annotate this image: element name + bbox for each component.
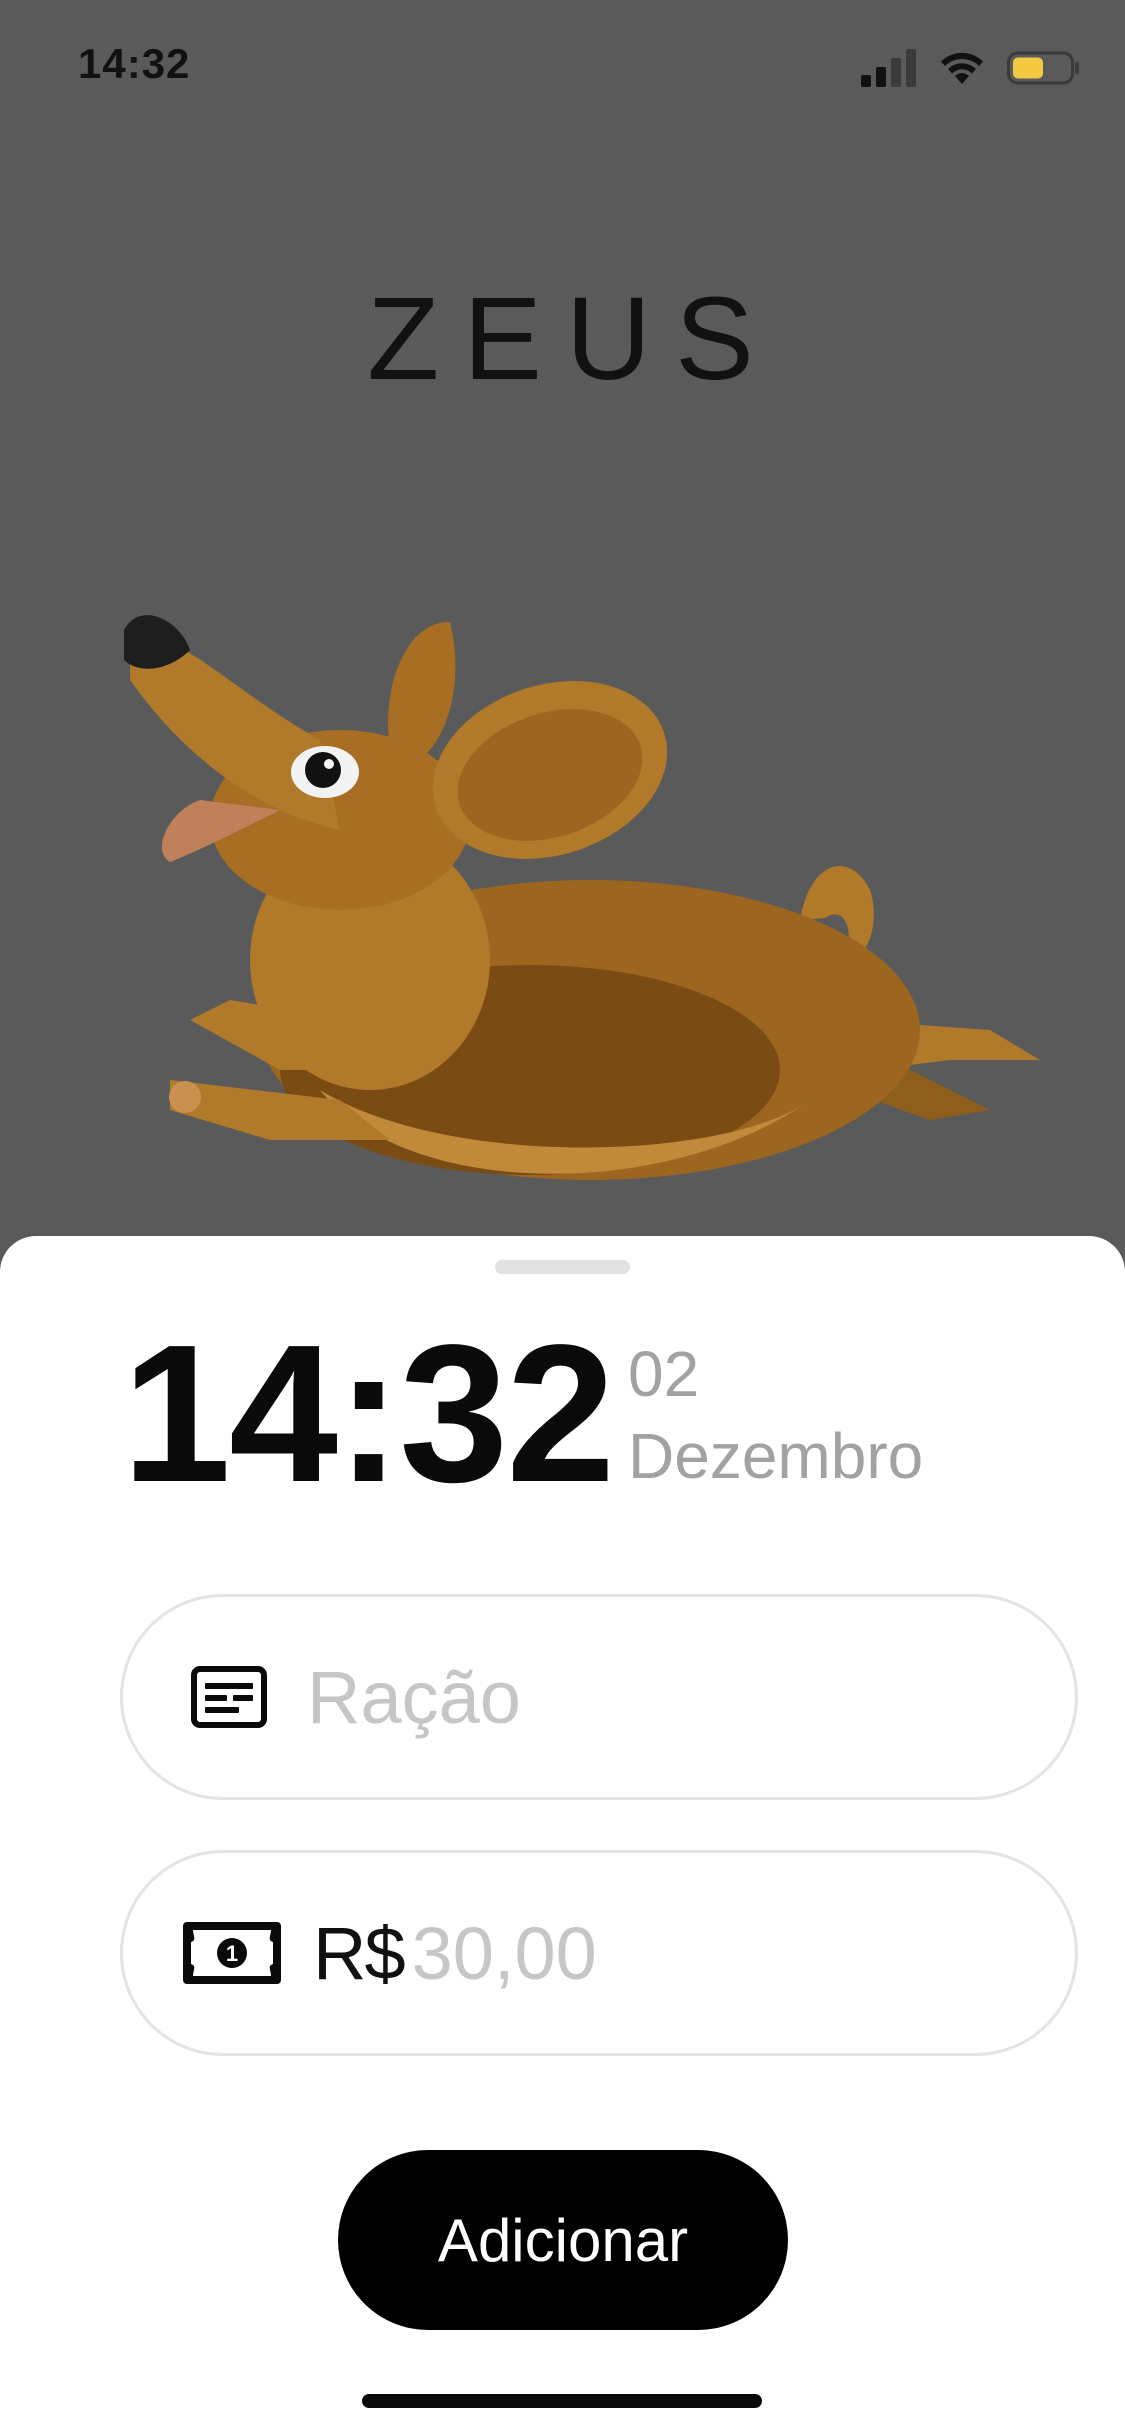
status-bar: 14:32 [0, 0, 1125, 140]
current-time: 14:32 [122, 1304, 615, 1523]
currency-prefix: R$ [313, 1911, 406, 1995]
description-field[interactable] [120, 1594, 1078, 1800]
date-month: Dezembro [628, 1420, 924, 1492]
home-indicator[interactable] [362, 2394, 762, 2408]
amount-field[interactable]: 1 R$ [120, 1850, 1078, 2056]
cellular-signal-icon [861, 49, 916, 87]
svg-text:1: 1 [226, 1941, 238, 1966]
description-input[interactable] [307, 1654, 1027, 1740]
bottom-sheet: 14:32 02 Dezembro 1 R$ Adicionar [0, 1236, 1125, 2436]
status-icons [861, 48, 1081, 88]
wifi-icon [941, 52, 983, 84]
app-title: ZEUS [367, 273, 778, 405]
dachshund-dog-icon [124, 615, 1040, 1180]
add-button[interactable]: Adicionar [338, 2150, 788, 2330]
date-day: 02 [628, 1338, 700, 1410]
battery-icon [1007, 51, 1079, 85]
document-card-icon [191, 1666, 267, 1728]
status-time: 14:32 [78, 40, 191, 87]
banknote-icon: 1 [183, 1922, 281, 1984]
sheet-drag-handle[interactable] [495, 1260, 630, 1274]
amount-input[interactable] [411, 1910, 972, 1996]
